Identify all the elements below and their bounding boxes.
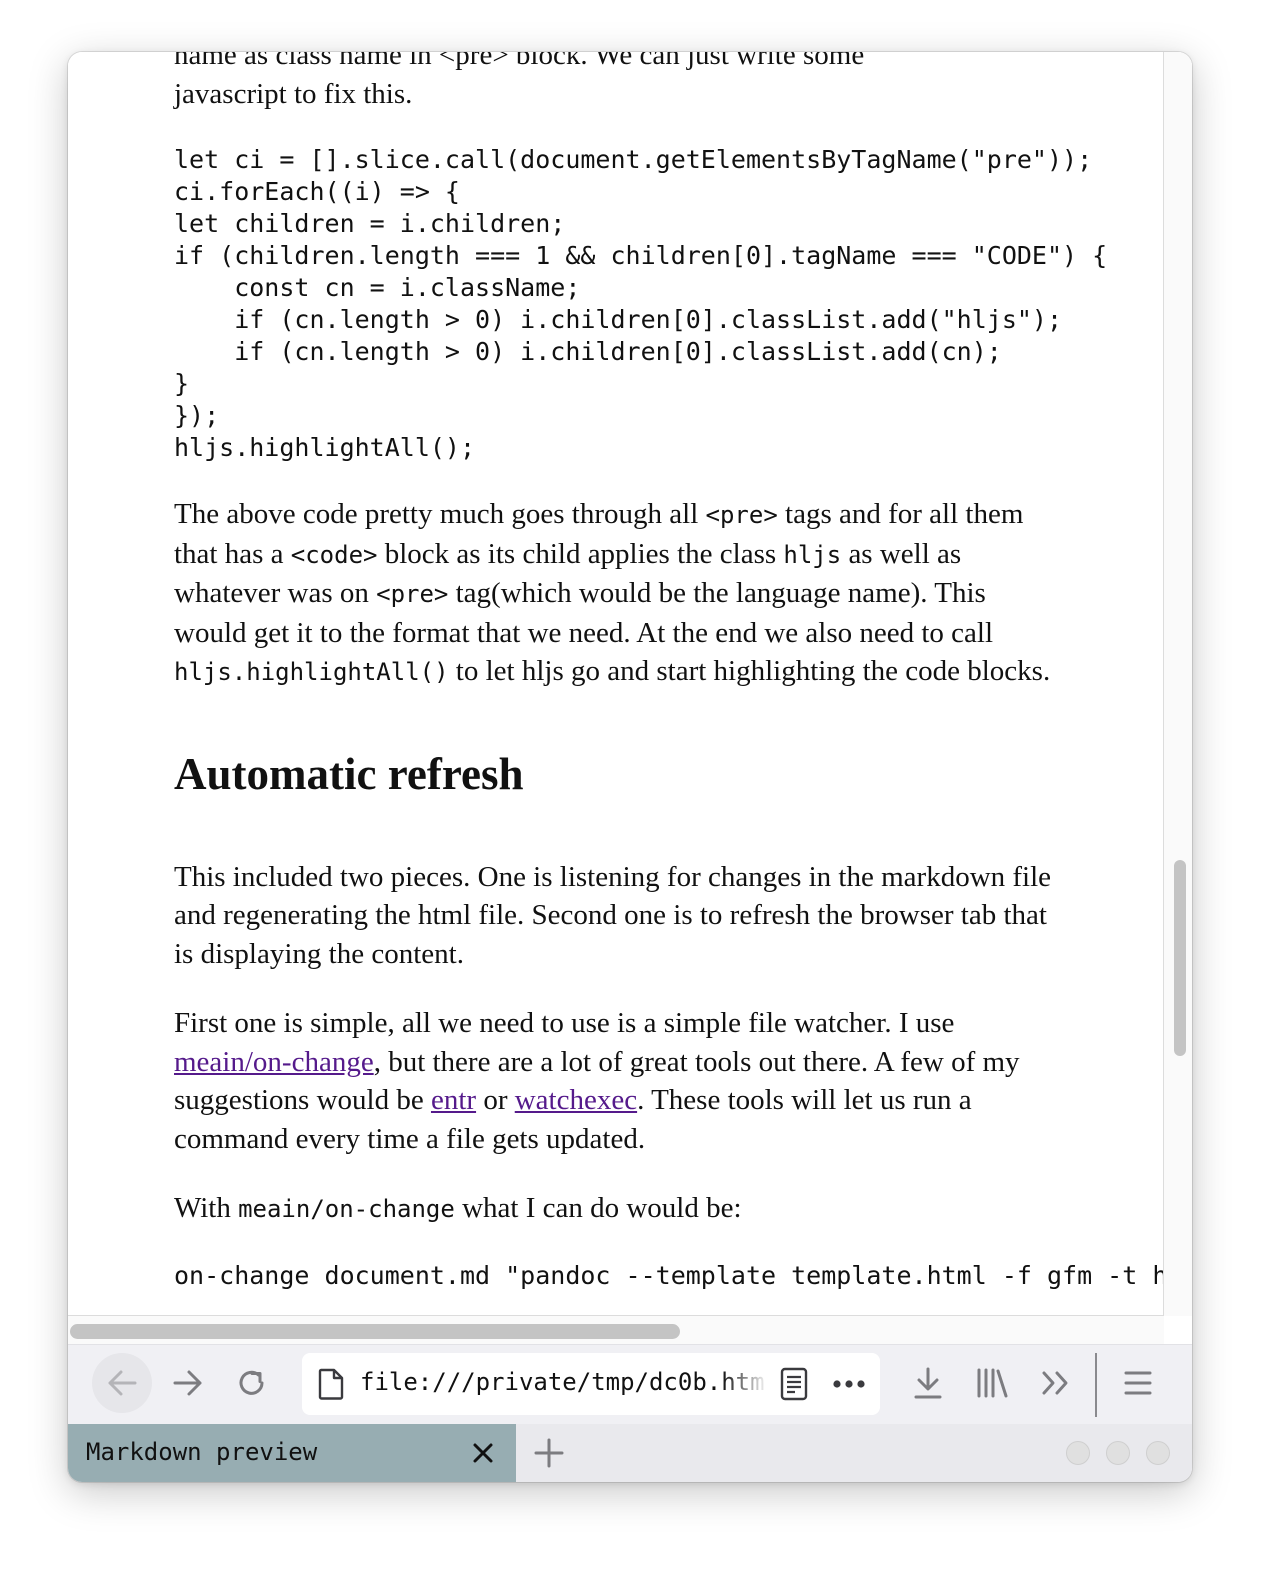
horizontal-scrollbar[interactable] <box>68 1316 1164 1344</box>
app-menu-button[interactable] <box>1108 1353 1168 1413</box>
link-entr[interactable]: entr <box>431 1084 476 1116</box>
intro-line-2: javascript to fix this. <box>174 77 413 110</box>
tab-markdown-preview[interactable]: Markdown preview <box>68 1424 516 1482</box>
text-span: The above code pretty much goes through … <box>174 498 706 530</box>
library-icon <box>975 1367 1009 1399</box>
library-button[interactable] <box>962 1353 1022 1413</box>
reload-button[interactable] <box>222 1353 282 1413</box>
text-span: or <box>476 1084 515 1116</box>
article-body: name as class name in <pre> block. We ca… <box>174 52 1163 1315</box>
page-viewport[interactable]: name as class name in <pre> block. We ca… <box>68 52 1192 1344</box>
browser-window: name as class name in <pre> block. We ca… <box>68 52 1192 1482</box>
forward-button[interactable] <box>158 1353 218 1413</box>
file-watcher-paragraph: First one is simple, all we need to use … <box>174 1004 1054 1158</box>
code-block-command: on-change document.md "pandoc --template… <box>174 1260 1163 1290</box>
vertical-scrollbar-thumb[interactable] <box>1174 860 1186 1056</box>
plus-icon <box>534 1438 564 1468</box>
inline-code: meain/on-change <box>238 1195 455 1223</box>
text-span: block as its child applies the class <box>377 537 784 570</box>
inline-code: <pre> <box>705 501 778 529</box>
explanation-paragraph: The above code pretty much goes through … <box>174 495 1054 692</box>
download-icon <box>913 1366 943 1400</box>
tab-title: Markdown preview <box>86 1438 318 1466</box>
text-span: First one is simple, all we need to use … <box>174 1007 955 1039</box>
section-heading: Automatic refresh <box>174 748 524 799</box>
inline-code: <code> <box>290 540 378 569</box>
navigation-toolbar: file:///private/tmp/dc0b.html <box>68 1344 1192 1425</box>
link-watchexec[interactable]: watchexec <box>515 1084 637 1116</box>
page-actions-icon[interactable] <box>832 1379 866 1389</box>
arrow-right-icon <box>171 1366 205 1400</box>
intro-paragraph: name as class name in <pre> block. We ca… <box>174 52 1054 113</box>
url-fade <box>722 1361 768 1407</box>
usage-paragraph: With meain/on-change what I can do would… <box>174 1189 1054 1229</box>
url-text[interactable]: file:///private/tmp/dc0b.html <box>360 1368 766 1396</box>
refresh-intro-paragraph: This included two pieces. One is listeni… <box>174 860 1052 970</box>
close-icon <box>471 1441 495 1465</box>
url-bar[interactable]: file:///private/tmp/dc0b.html <box>302 1353 880 1415</box>
window-control-minimize[interactable] <box>1106 1441 1130 1465</box>
link-on-change[interactable]: meain/on-change <box>174 1046 374 1078</box>
tab-bar: Markdown preview <box>68 1424 1192 1482</box>
reload-icon <box>235 1366 269 1400</box>
horizontal-scrollbar-thumb[interactable] <box>70 1324 680 1339</box>
page-content-area: name as class name in <pre> block. We ca… <box>68 52 1164 1316</box>
window-control-maximize[interactable] <box>1146 1441 1170 1465</box>
overflow-menu-button[interactable] <box>1026 1353 1086 1413</box>
new-tab-button[interactable] <box>530 1434 568 1472</box>
chevron-double-right-icon <box>1040 1368 1072 1398</box>
window-control-close[interactable] <box>1066 1441 1090 1465</box>
text-span: With <box>174 1192 239 1224</box>
downloads-button[interactable] <box>898 1353 958 1413</box>
toolbar-separator <box>1095 1353 1097 1417</box>
back-button[interactable] <box>92 1353 152 1413</box>
close-tab-button[interactable] <box>466 1436 500 1470</box>
intro-line-1: name as class name in <pre> block. We ca… <box>174 52 865 71</box>
inline-code: <pre> <box>376 580 449 608</box>
code-block-highlight: let ci = [].slice.call(document.getEleme… <box>174 145 1108 462</box>
inline-code: hljs <box>783 540 842 569</box>
text-span: what I can do would be: <box>454 1192 742 1224</box>
text-span: to let hljs go and start highlighting th… <box>448 655 1051 687</box>
inline-code: hljs.highlightAll() <box>174 658 449 686</box>
page-document-icon <box>316 1368 346 1400</box>
reader-view-icon[interactable] <box>780 1367 808 1401</box>
hamburger-menu-icon <box>1123 1369 1153 1397</box>
vertical-scrollbar[interactable] <box>1164 52 1192 1316</box>
arrow-left-icon <box>105 1366 139 1400</box>
